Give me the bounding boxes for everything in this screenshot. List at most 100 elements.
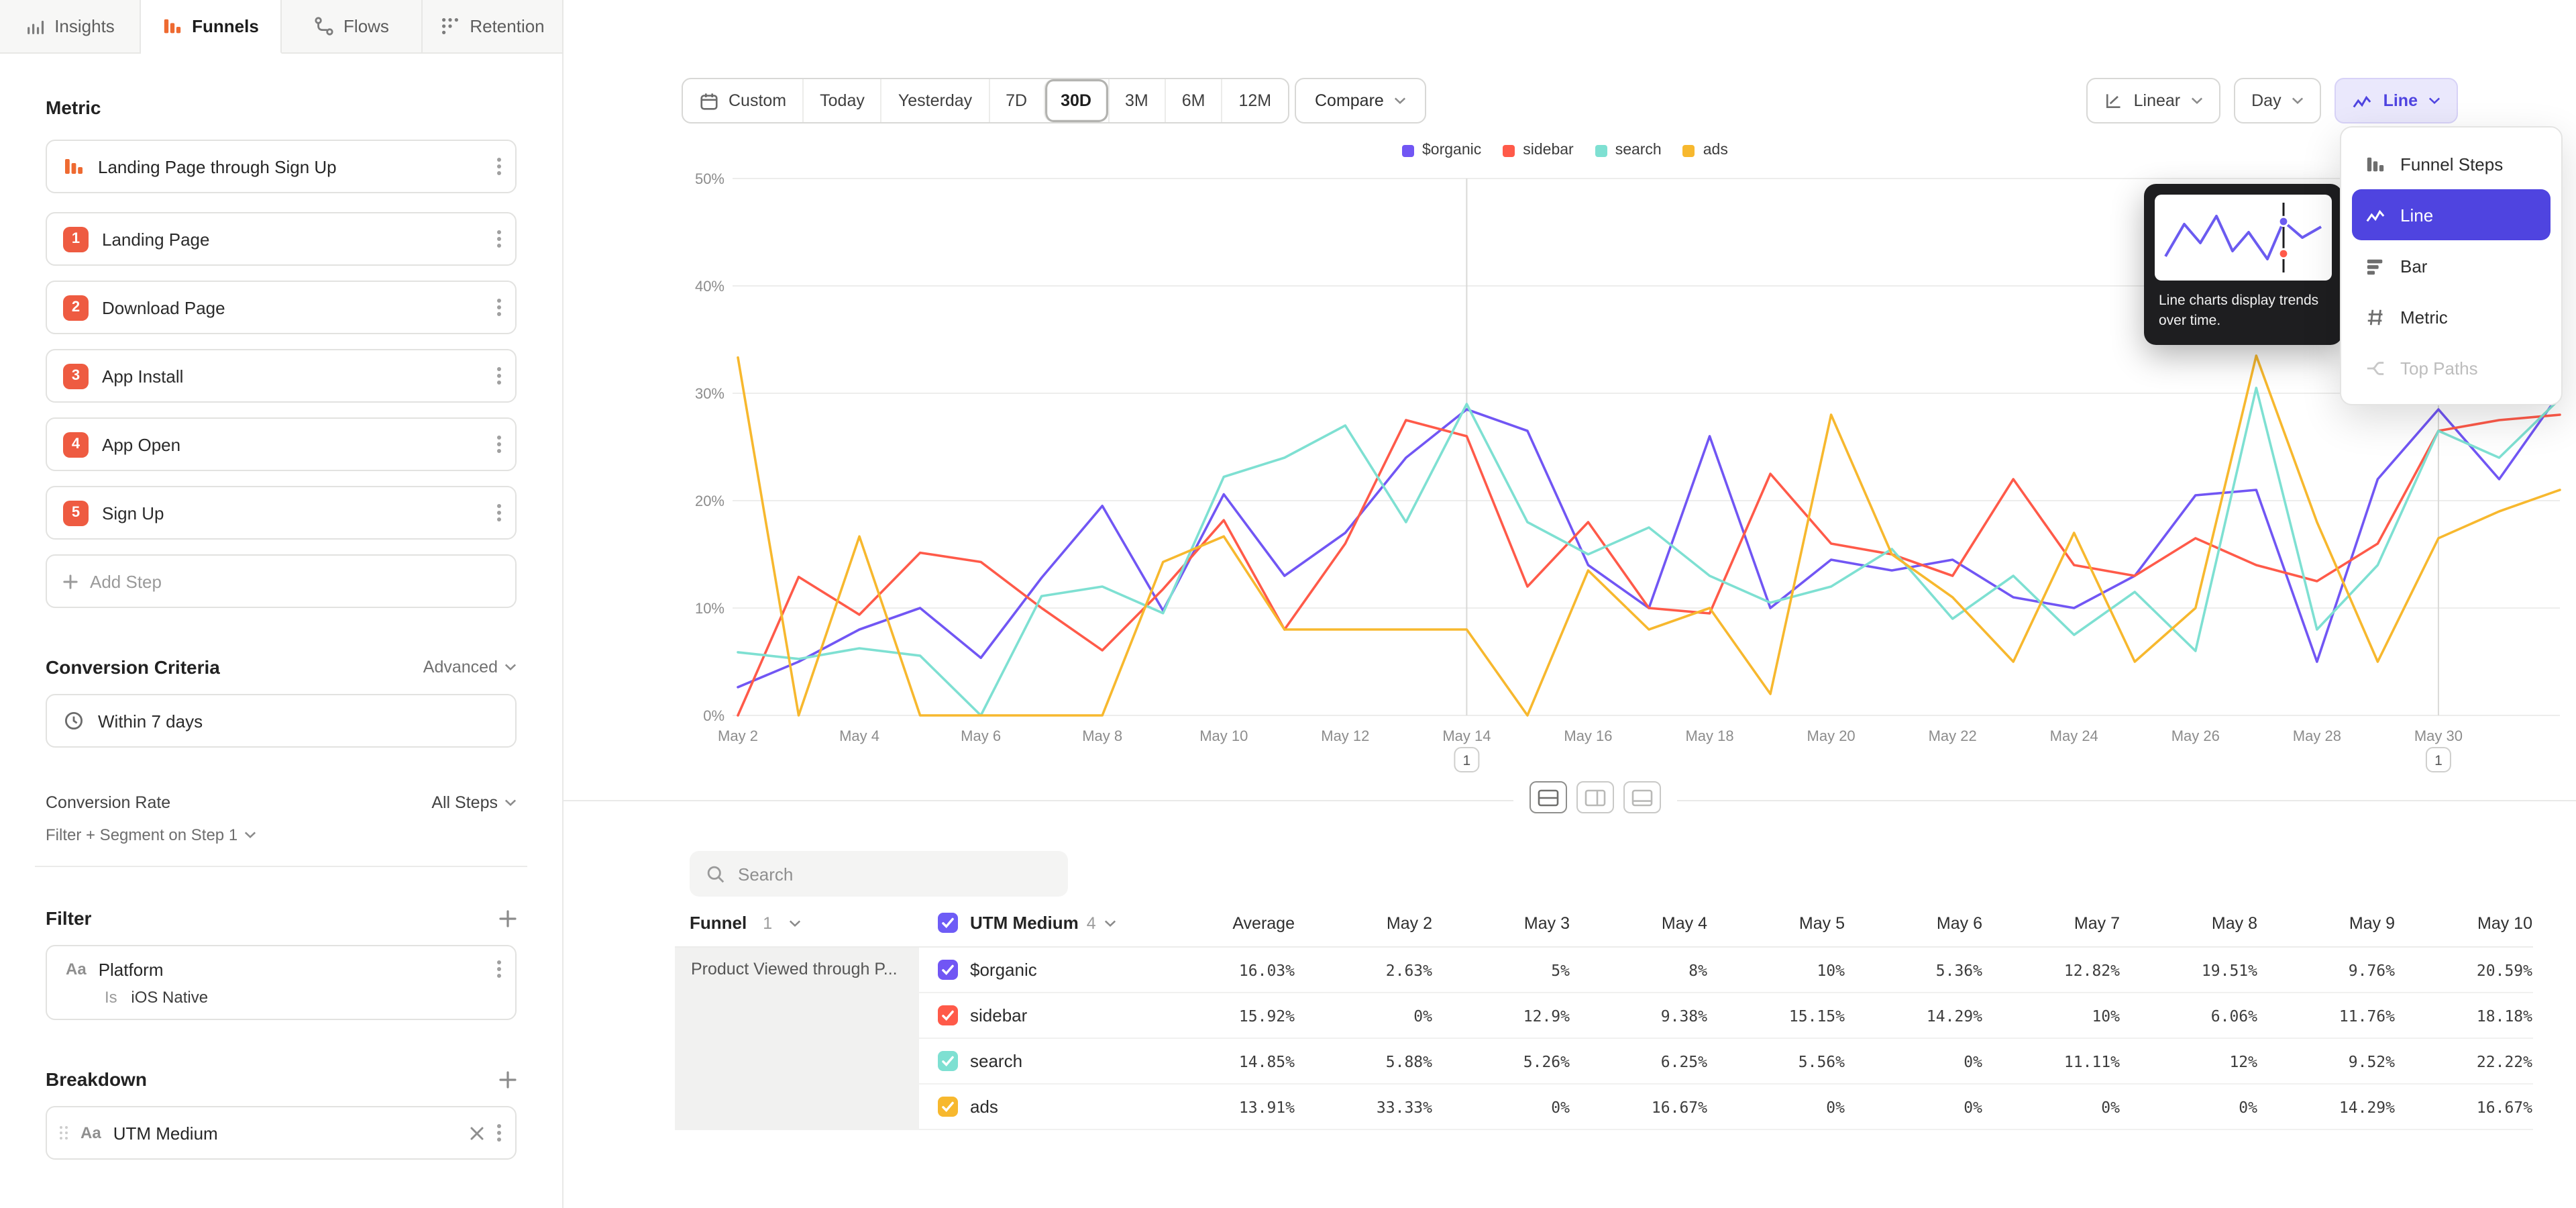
legend-swatch [1503, 144, 1515, 156]
today-button[interactable]: Today [802, 79, 881, 122]
svg-text:May 12: May 12 [1321, 727, 1369, 744]
svg-text:May 20: May 20 [1807, 727, 1856, 744]
custom-date-button[interactable]: Custom [683, 79, 802, 122]
close-icon[interactable] [470, 1125, 484, 1140]
menu-item-metric[interactable]: Metric [2352, 291, 2551, 342]
breakdown-table: Funnel 1 UTM Medium 4 Average May 2 May … [675, 899, 2576, 1130]
value-cell: 15.15% [1707, 993, 1845, 1039]
chart-type-dropdown[interactable]: Line [2335, 78, 2458, 123]
chevron-down-icon [1104, 919, 1116, 927]
series-checkbox[interactable] [938, 1097, 958, 1117]
search-icon [706, 864, 726, 884]
granularity-dropdown[interactable]: Day [2234, 78, 2321, 123]
series-checkbox[interactable] [938, 960, 958, 980]
value-cell: 11.76% [2257, 993, 2395, 1039]
kebab-menu-icon[interactable] [496, 297, 502, 318]
add-breakdown-button[interactable] [499, 1070, 517, 1088]
menu-item-top-paths[interactable]: Top Paths [2352, 342, 2551, 393]
range-12m-button[interactable]: 12M [1222, 79, 1288, 122]
layout-bottom-icon[interactable] [1623, 781, 1661, 813]
value-cell: 0% [2120, 1085, 2257, 1130]
legend-item-search[interactable]: search [1595, 142, 1662, 158]
step-number-badge: 3 [63, 363, 89, 389]
svg-text:1: 1 [2434, 753, 2443, 768]
sidebar: Metric Landing Page through Sign Up 1 La… [0, 54, 564, 1208]
filter-card-platform[interactable]: Aa Platform Is iOS Native [46, 945, 517, 1020]
funnels-app: Insights Funnels Flows Retention Metric … [0, 0, 2576, 1208]
tab-funnels[interactable]: Funnels [141, 0, 282, 54]
compare-button[interactable]: Compare [1295, 78, 1427, 123]
filter-segment-dropdown[interactable]: Filter + Segment on Step 1 [46, 825, 517, 844]
kebab-menu-icon[interactable] [496, 1122, 502, 1144]
funnel-column-header[interactable]: Funnel 1 [675, 899, 919, 948]
plus-icon [63, 574, 78, 589]
range-30d-button[interactable]: 30D [1043, 79, 1108, 122]
layout-columns-icon[interactable] [1576, 781, 1614, 813]
kebab-menu-icon[interactable] [496, 502, 502, 523]
funnel-step-2[interactable]: 2 Download Page [46, 281, 517, 334]
date-column-header: May 8 [2120, 899, 2257, 948]
date-column-header: May 3 [1432, 899, 1570, 948]
scale-dropdown[interactable]: Linear [2087, 78, 2221, 123]
value-cell: 16.67% [1570, 1085, 1707, 1130]
yesterday-button[interactable]: Yesterday [881, 79, 988, 122]
add-step-button[interactable]: Add Step [46, 554, 517, 608]
menu-item-line[interactable]: Line [2352, 189, 2551, 240]
value-cell: 5.88% [1295, 1039, 1432, 1085]
value-cell: 9.38% [1570, 993, 1707, 1039]
series-checkbox[interactable] [938, 1051, 958, 1071]
search-input[interactable] [738, 864, 1052, 884]
all-steps-dropdown[interactable]: All Steps [431, 793, 517, 812]
value-cell: 14.29% [1845, 993, 1982, 1039]
kebab-menu-icon[interactable] [496, 365, 502, 387]
tab-insights[interactable]: Insights [0, 0, 141, 54]
kebab-menu-icon[interactable] [496, 228, 502, 250]
tab-retention[interactable]: Retention [423, 0, 564, 54]
range-3m-button[interactable]: 3M [1108, 79, 1165, 122]
funnel-step-5[interactable]: 5 Sign Up [46, 486, 517, 540]
table-row: $organic 16.03% 2.63% 5% 8% 10% 5.36% 12… [675, 948, 2576, 993]
step-label: App Install [102, 366, 483, 386]
range-7d-button[interactable]: 7D [988, 79, 1043, 122]
menu-item-bar[interactable]: Bar [2352, 240, 2551, 291]
series-checkbox[interactable] [938, 1005, 958, 1025]
legend-item-sidebar[interactable]: sidebar [1503, 142, 1573, 158]
chevron-down-icon [2191, 97, 2203, 105]
top-paths-icon [2365, 358, 2385, 378]
layout-rows-icon[interactable] [1529, 781, 1567, 813]
funnel-name-cell[interactable]: Product Viewed through P... [675, 948, 919, 1130]
value-cell: 12.82% [1982, 948, 2120, 993]
chevron-down-icon [504, 799, 517, 807]
range-6m-button[interactable]: 6M [1165, 79, 1222, 122]
utm-column-header[interactable]: UTM Medium 4 [919, 899, 1150, 948]
funnel-title-card[interactable]: Landing Page through Sign Up [46, 140, 517, 193]
average-column-header: Average [1150, 899, 1295, 948]
svg-text:May 8: May 8 [1082, 727, 1122, 744]
kebab-menu-icon[interactable] [496, 958, 502, 980]
legend-item-organic[interactable]: $organic [1402, 142, 1481, 158]
menu-item-funnel-steps[interactable]: Funnel Steps [2352, 138, 2551, 189]
drag-handle-icon[interactable] [59, 1125, 68, 1141]
svg-text:May 2: May 2 [718, 727, 758, 744]
funnel-step-1[interactable]: 1 Landing Page [46, 212, 517, 266]
filter-operator: Is [105, 988, 117, 1007]
conversion-window-card[interactable]: Within 7 days [46, 694, 517, 748]
value-cell: 0% [1707, 1085, 1845, 1130]
svg-text:May 24: May 24 [2050, 727, 2098, 744]
add-filter-button[interactable] [499, 909, 517, 927]
select-all-checkbox[interactable] [938, 913, 958, 933]
legend-item-ads[interactable]: ads [1683, 142, 1728, 158]
kebab-menu-icon[interactable] [496, 156, 502, 177]
funnel-step-4[interactable]: 4 App Open [46, 417, 517, 471]
svg-text:May 16: May 16 [1564, 727, 1612, 744]
filter-value[interactable]: iOS Native [131, 988, 208, 1007]
step-label: Landing Page [102, 229, 483, 249]
tab-flows[interactable]: Flows [282, 0, 423, 54]
breakdown-card-utm-medium[interactable]: Aa UTM Medium [46, 1106, 517, 1160]
kebab-menu-icon[interactable] [496, 434, 502, 455]
funnel-step-3[interactable]: 3 App Install [46, 349, 517, 403]
advanced-dropdown[interactable]: Advanced [423, 658, 517, 676]
series-name: $organic [970, 960, 1037, 980]
step-number-badge: 5 [63, 500, 89, 525]
value-cell: 14.29% [2257, 1085, 2395, 1130]
